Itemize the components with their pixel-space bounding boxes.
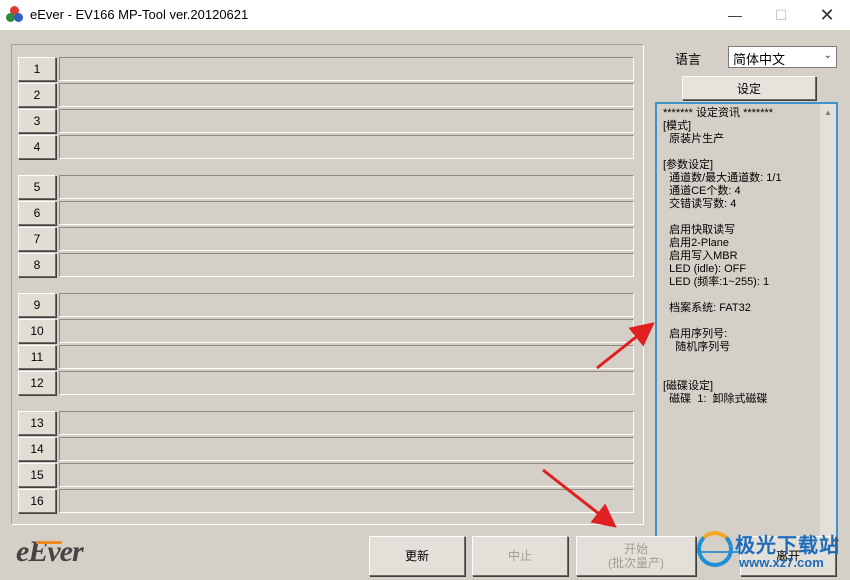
annotation-arrow-info bbox=[596, 322, 655, 370]
annotation-arrow-start bbox=[542, 468, 617, 528]
annotation-arrows bbox=[542, 322, 655, 528]
